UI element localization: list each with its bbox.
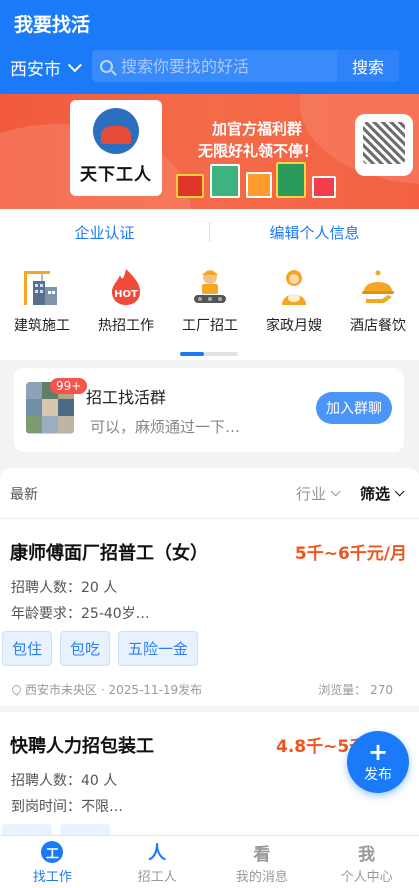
category-label: 热招工作 xyxy=(98,318,154,334)
job-tag: 包吃 xyxy=(60,631,111,666)
job-title: 康师傅面厂招普工（女） xyxy=(10,543,208,564)
group-title: 招工找活群 xyxy=(86,388,167,407)
tab-label: 我的消息 xyxy=(235,870,288,885)
location-pin-icon xyxy=(10,683,23,696)
publish-button[interactable]: + 发布 xyxy=(347,731,409,793)
banner-subheadline: 无限好礼领不停！ xyxy=(198,142,319,160)
chevron-down-icon xyxy=(394,486,405,497)
plus-icon: + xyxy=(367,738,389,766)
brand-logo: 天下工人 xyxy=(70,100,162,196)
search-input[interactable] xyxy=(121,56,321,76)
page-indicator xyxy=(180,352,238,356)
messages-icon: 看 xyxy=(250,841,273,865)
category-label: 建筑施工 xyxy=(14,318,70,334)
search-icon xyxy=(100,59,113,73)
job-salary: 5千~6千元/月 xyxy=(294,544,407,564)
tab-label: 找工作 xyxy=(32,870,72,885)
globe-logo-icon xyxy=(93,108,139,154)
tab-label: 个人中心 xyxy=(340,870,393,885)
job-views: 浏览量： 270 xyxy=(318,683,393,697)
city-label: 西安市 xyxy=(10,60,61,80)
edit-profile-link[interactable]: 编辑个人信息 xyxy=(210,222,419,243)
category-housekeeping[interactable]: 家政月嫂 xyxy=(252,267,336,335)
hotel-dining-icon xyxy=(358,267,398,307)
hot-fire-icon: HOT xyxy=(106,267,146,307)
category-grid: 建筑施工 HOT 热招工作 工厂招工 家政月嫂 酒店餐饮 xyxy=(0,255,419,360)
industry-filter[interactable]: 行业 xyxy=(296,483,341,504)
category-construction[interactable]: 建筑施工 xyxy=(0,267,84,335)
job-headcount: 招聘人数：20 人 xyxy=(11,580,118,596)
header: 我要找活 西安市 搜索 xyxy=(0,0,419,94)
hot-badge: HOT xyxy=(114,289,138,300)
building-icon xyxy=(22,267,62,307)
tab-recruit[interactable]: 人 招工人 xyxy=(105,836,210,888)
gift-icon xyxy=(210,164,240,198)
profile-icon: 我 xyxy=(355,841,378,865)
category-hotel-dining[interactable]: 酒店餐饮 xyxy=(336,267,419,335)
qr-code-icon xyxy=(355,114,413,176)
job-card[interactable]: 康师傅面厂招普工（女） 5千~6千元/月 招聘人数：20 人 年龄要求：25-4… xyxy=(0,518,419,706)
filter-label: 筛选 xyxy=(360,485,391,503)
find-work-icon: 工 xyxy=(41,841,64,863)
category-label: 工厂招工 xyxy=(182,318,238,334)
tab-find-work[interactable]: 工 找工作 xyxy=(0,836,105,888)
chevron-down-icon xyxy=(67,57,82,72)
job-location-text: 西安市未央区 · 2025-11-19发布 xyxy=(25,683,203,697)
job-title: 快聘人力招包装工 xyxy=(10,736,154,757)
search-bar[interactable]: 搜索 xyxy=(92,50,399,82)
join-group-button[interactable]: 加入群聊 xyxy=(316,392,392,424)
gift-icon xyxy=(312,176,336,198)
job-tag: 五险一金 xyxy=(118,631,199,666)
group-chat-card[interactable]: 99+ 招工找活群 可以，麻烦通过一下… 加入群聊 xyxy=(14,368,404,452)
filter-bar: 最新 行业 筛选 xyxy=(0,468,419,518)
job-tags: 包住 包吃 五险一金 xyxy=(2,631,199,666)
tab-messages[interactable]: 看 我的消息 xyxy=(210,836,315,888)
job-location: 西安市未央区 · 2025-11-19发布 xyxy=(10,681,203,698)
category-label: 家政月嫂 xyxy=(266,318,322,334)
enterprise-cert-link[interactable]: 企业认证 xyxy=(0,222,209,243)
search-button[interactable]: 搜索 xyxy=(337,50,399,82)
chevron-down-icon xyxy=(330,486,341,497)
brand-logo-text: 天下工人 xyxy=(80,165,152,185)
housekeeping-icon xyxy=(274,267,314,307)
tab-profile[interactable]: 我 个人中心 xyxy=(314,836,419,888)
gift-icon xyxy=(276,162,306,198)
sort-latest[interactable]: 最新 xyxy=(10,484,38,504)
job-start-time: 到岗时间：不限… xyxy=(11,799,123,815)
bottom-tab-bar: 工 找工作 人 招工人 看 我的消息 我 个人中心 xyxy=(0,835,419,888)
account-actions: 企业认证 编辑个人信息 xyxy=(0,209,419,255)
promo-banner[interactable]: 天下工人 加官方福利群 无限好礼领不停！ xyxy=(0,94,419,209)
job-age-requirement: 年龄要求：25-40岁… xyxy=(11,606,150,622)
recruit-icon: 人 xyxy=(146,841,169,864)
banner-headline: 加官方福利群 xyxy=(212,120,303,138)
industry-filter-label: 行业 xyxy=(296,485,327,503)
tab-label: 招工人 xyxy=(137,870,177,885)
filter-button[interactable]: 筛选 xyxy=(360,483,405,504)
unread-badge: 99+ xyxy=(50,378,88,394)
gift-icon xyxy=(246,172,272,198)
city-selector[interactable]: 西安市 xyxy=(10,55,82,80)
group-last-message: 可以，麻烦通过一下… xyxy=(90,418,241,436)
category-label: 酒店餐饮 xyxy=(350,318,406,334)
page-title: 我要找活 xyxy=(14,14,91,36)
job-headcount: 招聘人数：40 人 xyxy=(11,773,118,789)
factory-worker-icon xyxy=(190,267,230,307)
category-factory[interactable]: 工厂招工 xyxy=(168,267,252,335)
publish-label: 发布 xyxy=(364,767,392,783)
category-hot-jobs[interactable]: HOT 热招工作 xyxy=(84,267,168,335)
job-tag: 包住 xyxy=(2,631,53,666)
gift-icon xyxy=(176,174,204,198)
